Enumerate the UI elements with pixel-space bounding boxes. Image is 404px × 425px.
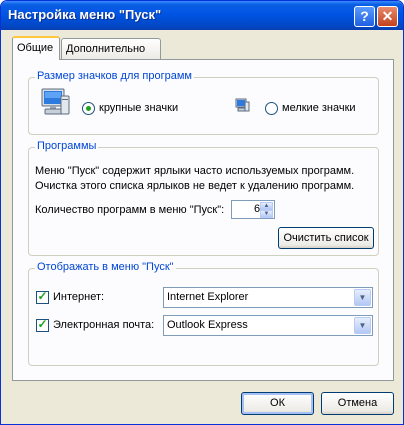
radio-selected-dot xyxy=(86,106,91,111)
window-title: Настройка меню "Пуск" xyxy=(8,7,162,22)
email-dropdown-button[interactable]: ▼ xyxy=(354,317,371,334)
chevron-down-icon: ▼ xyxy=(263,211,270,217)
small-icons-radio[interactable] xyxy=(265,102,278,115)
programs-group: Программы Меню "Пуск" содержит ярлыки ча… xyxy=(28,140,379,256)
internet-checkbox[interactable]: ✓ xyxy=(36,289,49,304)
checkmark-icon: ✓ xyxy=(37,289,48,303)
clear-list-button[interactable]: Очистить список xyxy=(278,227,374,249)
large-icons-radio[interactable] xyxy=(82,102,95,115)
internet-browser-select[interactable]: Internet Explorer ▼ xyxy=(163,287,373,308)
email-label[interactable]: Электронная почта: xyxy=(53,319,154,331)
large-icons-label[interactable]: крупные значки xyxy=(99,102,178,114)
small-computer-icon xyxy=(235,98,250,112)
programs-description-line2: Очистка этого списка ярлыков не ведет к … xyxy=(35,180,355,192)
chevron-down-icon: ▼ xyxy=(358,293,367,302)
large-computer-icon xyxy=(41,88,70,115)
help-icon: ? xyxy=(360,8,369,24)
ok-label: ОК xyxy=(270,397,285,409)
programs-description-line1: Меню "Пуск" содержит ярлыки часто исполь… xyxy=(35,165,355,177)
program-count-label: Количество программ в меню "Пуск": xyxy=(35,204,225,216)
tab-panel-general: Размер значков для программ крупные знач… xyxy=(12,59,394,381)
email-client-value: Outlook Express xyxy=(167,319,248,331)
show-in-menu-legend: Отображать в меню "Пуск" xyxy=(35,261,176,273)
close-icon: ✕ xyxy=(381,8,394,24)
start-menu-settings-dialog: Настройка меню "Пуск" ? ✕ Общие Дополнит… xyxy=(0,0,404,425)
ok-button[interactable]: ОК xyxy=(241,392,314,415)
tab-advanced[interactable]: Дополнительно xyxy=(61,38,161,59)
icon-size-group: Размер значков для программ крупные знач… xyxy=(28,70,379,135)
cancel-label: Отмена xyxy=(337,397,378,409)
programs-legend: Программы xyxy=(35,140,99,152)
show-in-start-menu-group: Отображать в меню "Пуск" ✓ Интернет: Int… xyxy=(28,261,379,366)
cancel-button[interactable]: Отмена xyxy=(321,392,394,415)
help-button[interactable]: ? xyxy=(354,6,375,27)
title-bar[interactable]: Настройка меню "Пуск" ? ✕ xyxy=(1,1,403,30)
internet-dropdown-button[interactable]: ▼ xyxy=(354,289,371,306)
email-checkbox[interactable]: ✓ xyxy=(36,317,49,332)
icon-size-legend: Размер значков для программ xyxy=(35,70,194,82)
email-client-select[interactable]: Outlook Express ▼ xyxy=(163,315,373,336)
internet-browser-value: Internet Explorer xyxy=(167,291,249,303)
tab-general[interactable]: Общие xyxy=(12,36,60,60)
chevron-down-icon: ▼ xyxy=(358,321,367,330)
small-icons-label[interactable]: мелкие значки xyxy=(282,102,356,114)
close-button[interactable]: ✕ xyxy=(377,6,398,27)
clear-list-label: Очистить список xyxy=(283,232,369,244)
checkmark-icon: ✓ xyxy=(37,317,48,331)
spinner-down-button[interactable]: ▼ xyxy=(260,210,273,218)
program-count-spinner[interactable]: 6 ▲ ▼ xyxy=(231,200,275,219)
internet-label[interactable]: Интернет: xyxy=(53,291,104,303)
